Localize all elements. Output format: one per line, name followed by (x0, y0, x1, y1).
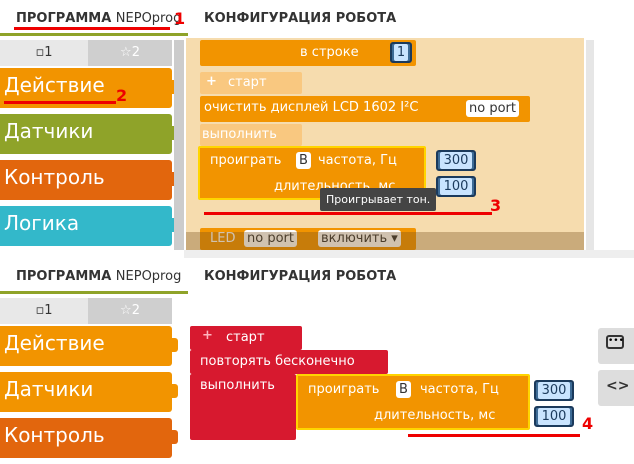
play-variable[interactable]: B (296, 152, 311, 169)
toolbox-level-1-tab[interactable]: ▫1 (0, 40, 88, 66)
toolbox-level-2-tab-2[interactable]: ☆2 (88, 298, 172, 324)
code-icon: <> (606, 378, 630, 394)
category-sensors[interactable]: Датчики (0, 114, 178, 154)
tab-program-name: NEPOprog (115, 11, 182, 26)
flyout-scrollbar[interactable] (586, 40, 594, 250)
annotation-underline-4 (408, 434, 580, 437)
tab-program-underline-2 (0, 291, 188, 294)
annotation-underline-1 (14, 27, 170, 30)
tab-program-label-2: ПРОГРАММА (16, 269, 112, 284)
block-play-tone-2[interactable]: проиграть B частота, Гц длительность, мс (296, 374, 530, 430)
tab-program-2[interactable]: ПРОГРАММА NEPOprog (0, 258, 188, 294)
toolbox-scrollbar[interactable] (174, 40, 184, 250)
star-icon: ☆ (120, 303, 132, 318)
block-flyout: в строке 1 + старт очистить дисплей LCD … (186, 38, 584, 250)
square-icon: ▫ (35, 303, 45, 318)
duration-number-2[interactable]: 100 (534, 406, 574, 427)
tab-robot-config[interactable]: КОНФИГУРАЦИЯ РОБОТА (204, 0, 396, 36)
comment-button[interactable]: ••• (598, 328, 634, 364)
code-view-button[interactable]: <> (598, 370, 634, 406)
plus-icon: + (202, 328, 213, 343)
block-in-line[interactable]: в строке 1 (200, 40, 416, 66)
toolbox-level-1-tab-2[interactable]: ▫1 (0, 298, 88, 324)
tab-program-name-2: NEPOprog (115, 269, 182, 284)
frequency-number[interactable]: 300 (436, 150, 476, 171)
flyout-bottom-shade (186, 232, 584, 250)
top-screenshot-panel: ПРОГРАММА NEPOprog КОНФИГУРАЦИЯ РОБОТА 1… (0, 0, 634, 258)
toolbox-level-2-tab[interactable]: ☆2 (88, 40, 172, 66)
block-execute-faded: выполнить (200, 124, 302, 146)
tooltip: Проигрывает тон. (320, 188, 437, 211)
category-control-2[interactable]: Контроль (0, 418, 178, 458)
annotation-4: 4 (582, 414, 594, 433)
block-start[interactable]: + старт (190, 326, 302, 350)
star-icon: ☆ (120, 45, 132, 60)
tab-robot-config-2[interactable]: КОНФИГУРАЦИЯ РОБОТА (204, 258, 396, 294)
chat-icon: ••• (606, 335, 624, 349)
annotation-underline-2 (4, 101, 116, 104)
annotation-3: 3 (490, 196, 502, 215)
bottom-screenshot-panel: ПРОГРАММА NEPOprog КОНФИГУРАЦИЯ РОБОТА ▫… (0, 258, 634, 464)
category-control[interactable]: Контроль (0, 160, 178, 200)
frequency-number-2[interactable]: 300 (534, 380, 574, 401)
tab-bar-2: ПРОГРАММА NEPOprog КОНФИГУРАЦИЯ РОБОТА (0, 258, 634, 294)
square-icon: ▫ (35, 45, 45, 60)
category-sensors-2[interactable]: Датчики (0, 372, 178, 412)
duration-number[interactable]: 100 (436, 176, 476, 197)
tab-program[interactable]: ПРОГРАММА NEPOprog (0, 0, 188, 36)
tab-program-underline (0, 33, 188, 36)
clear-display-port[interactable]: no port (466, 100, 519, 117)
in-line-number[interactable]: 1 (390, 42, 412, 63)
block-execute: выполнить (190, 374, 296, 440)
block-start-faded: + старт (200, 72, 302, 94)
tab-bar: ПРОГРАММА NEPOprog КОНФИГУРАЦИЯ РОБОТА (0, 0, 634, 36)
annotation-1: 1 (174, 9, 186, 28)
annotation-2: 2 (116, 86, 128, 105)
tab-program-label: ПРОГРАММА (16, 11, 112, 26)
block-in-line-label: в строке (300, 45, 359, 60)
annotation-underline-3 (204, 212, 492, 215)
block-clear-display[interactable]: очистить дисплей LCD 1602 I²C no port (200, 96, 530, 122)
category-action-2[interactable]: Действие (0, 326, 178, 366)
workspace-h-scrollbar[interactable] (184, 250, 634, 258)
plus-icon: + (206, 74, 217, 89)
block-repeat-forever[interactable]: повторять бесконечно (190, 350, 388, 374)
category-logic[interactable]: Логика (0, 206, 178, 246)
play-variable-2[interactable]: B (396, 381, 411, 398)
